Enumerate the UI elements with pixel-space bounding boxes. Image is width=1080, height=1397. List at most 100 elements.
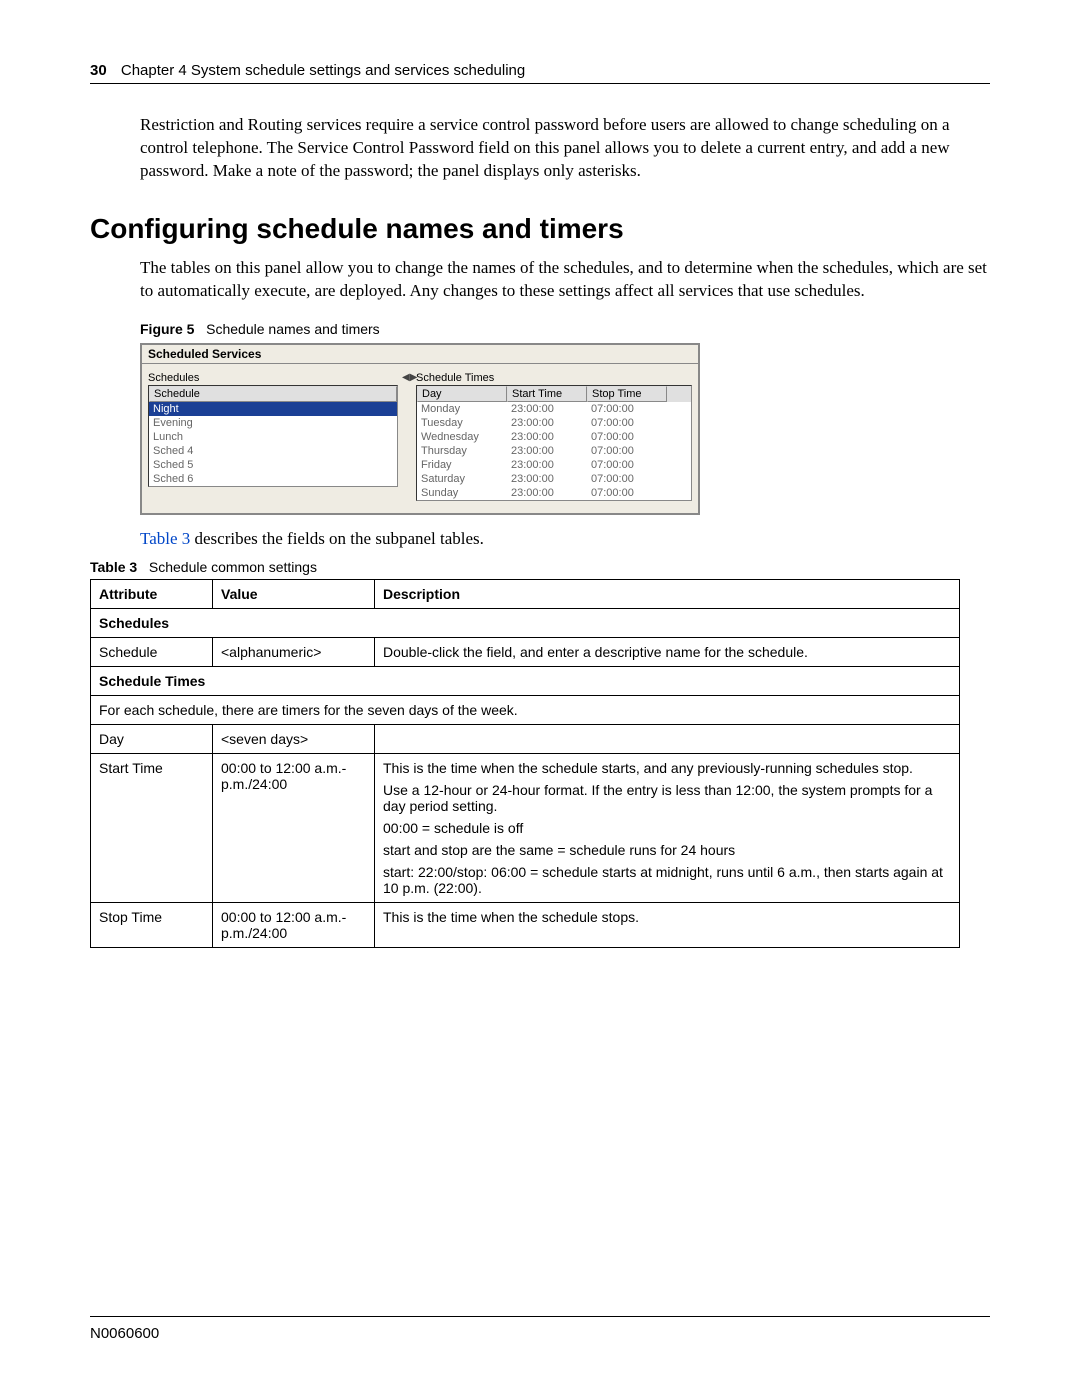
list-item[interactable]: Sched 6 — [149, 472, 397, 486]
desc-line: start: 22:00/stop: 06:00 = schedule star… — [383, 864, 951, 896]
table-row: Stop Time 00:00 to 12:00 a.m.-p.m./24:00… — [91, 902, 960, 947]
times-cell-stop: 07:00:00 — [587, 416, 667, 430]
cell-desc — [375, 724, 960, 753]
times-cell-stop: 07:00:00 — [587, 458, 667, 472]
table-row[interactable]: Monday23:00:0007:00:00 — [417, 402, 691, 416]
schedules-header: Schedule — [149, 386, 397, 402]
times-cell-start: 23:00:00 — [507, 430, 587, 444]
cell-attr: Stop Time — [91, 902, 213, 947]
table3-label-bold: Table 3 — [90, 559, 137, 575]
times-cell-day: Sunday — [417, 486, 507, 500]
cell-desc: This is the time when the schedule stops… — [375, 902, 960, 947]
figure-panel: Scheduled Services Schedules Schedule Ni… — [140, 343, 700, 515]
times-cell-day: Monday — [417, 402, 507, 416]
desc-line: This is the time when the schedule start… — [383, 760, 951, 776]
desc-line: 00:00 = schedule is off — [383, 820, 951, 836]
table-row: Day <seven days> — [91, 724, 960, 753]
figure-label-rest: Schedule names and timers — [206, 321, 380, 337]
schedule-times-label: Schedule Times — [416, 372, 692, 384]
panel-body: Schedules Schedule NightEveningLunchSche… — [142, 364, 698, 513]
times-cell-start: 23:00:00 — [507, 444, 587, 458]
table-row[interactable]: Friday23:00:0007:00:00 — [417, 458, 691, 472]
subhead-times: Schedule Times — [91, 666, 960, 695]
times-cell-day: Wednesday — [417, 430, 507, 444]
times-cell-start: 23:00:00 — [507, 458, 587, 472]
times-cell-day: Saturday — [417, 472, 507, 486]
table3-sentence-rest: describes the fields on the subpanel tab… — [190, 529, 484, 548]
list-item[interactable]: Sched 5 — [149, 458, 397, 472]
schedule-times-table[interactable]: Day Start Time Stop Time Monday23:00:000… — [416, 385, 692, 501]
times-cell-start: 23:00:00 — [507, 416, 587, 430]
table3-sentence: Table 3 describes the fields on the subp… — [140, 529, 990, 549]
schedule-name: Sched 4 — [149, 444, 397, 458]
cell-val: 00:00 to 12:00 a.m.-p.m./24:00 — [213, 753, 375, 902]
table3: Attribute Value Description Schedules Sc… — [90, 579, 960, 948]
table-row[interactable]: Saturday23:00:0007:00:00 — [417, 472, 691, 486]
resize-handle-icon[interactable]: ◀▶ — [402, 372, 416, 386]
times-cell-day: Thursday — [417, 444, 507, 458]
table3-label: Table 3 Schedule common settings — [90, 559, 990, 575]
list-item[interactable]: Sched 4 — [149, 444, 397, 458]
times-cell-day: Tuesday — [417, 416, 507, 430]
page-footer: N0060600 — [90, 1316, 990, 1342]
cell-attr: Schedule — [91, 637, 213, 666]
list-item[interactable]: Evening — [149, 416, 397, 430]
schedules-table[interactable]: Schedule NightEveningLunchSched 4Sched 5… — [148, 385, 398, 487]
table-row: Schedule <alphanumeric> Double-click the… — [91, 637, 960, 666]
list-item[interactable]: Night — [149, 402, 397, 416]
page: 30 Chapter 4 System schedule settings an… — [0, 0, 1080, 1397]
times-header-day: Day — [417, 386, 507, 402]
cell-attr: Day — [91, 724, 213, 753]
cell-attr: Start Time — [91, 753, 213, 902]
schedules-column: Schedules Schedule NightEveningLunchSche… — [148, 372, 398, 501]
schedules-label: Schedules — [148, 372, 398, 384]
table-row[interactable]: Tuesday23:00:0007:00:00 — [417, 416, 691, 430]
chapter-line: Chapter 4 System schedule settings and s… — [121, 62, 525, 79]
section-paragraph: The tables on this panel allow you to ch… — [140, 257, 990, 303]
times-cell-start: 23:00:00 — [507, 472, 587, 486]
desc-line: Use a 12-hour or 24-hour format. If the … — [383, 782, 951, 814]
table-row[interactable]: Sunday23:00:0007:00:00 — [417, 486, 691, 500]
cell-desc: This is the time when the schedule start… — [375, 753, 960, 902]
times-cell-stop: 07:00:00 — [587, 486, 667, 500]
table-row[interactable]: Thursday23:00:0007:00:00 — [417, 444, 691, 458]
table3-label-rest: Schedule common settings — [149, 559, 317, 575]
col-description: Description — [375, 579, 960, 608]
times-cell-stop: 07:00:00 — [587, 402, 667, 416]
times-header-start: Start Time — [507, 386, 587, 402]
times-cell-start: 23:00:00 — [507, 402, 587, 416]
panel-title: Scheduled Services — [142, 345, 698, 364]
times-cell-stop: 07:00:00 — [587, 472, 667, 486]
table-row: Start Time 00:00 to 12:00 a.m.-p.m./24:0… — [91, 753, 960, 902]
desc-line: start and stop are the same = schedule r… — [383, 842, 951, 858]
times-header-stop: Stop Time — [587, 386, 667, 402]
page-number: 30 — [90, 62, 107, 79]
figure-label-bold: Figure 5 — [140, 321, 194, 337]
schedule-name: Evening — [149, 416, 397, 430]
cell-val: 00:00 to 12:00 a.m.-p.m./24:00 — [213, 902, 375, 947]
times-cell-stop: 07:00:00 — [587, 444, 667, 458]
col-attribute: Attribute — [91, 579, 213, 608]
times-note: For each schedule, there are timers for … — [91, 695, 960, 724]
page-header: 30 Chapter 4 System schedule settings an… — [90, 62, 990, 84]
subhead-schedules: Schedules — [91, 608, 960, 637]
cell-val: <seven days> — [213, 724, 375, 753]
schedule-name: Night — [149, 402, 397, 416]
schedule-name: Sched 5 — [149, 458, 397, 472]
times-cell-stop: 07:00:00 — [587, 430, 667, 444]
times-cell-start: 23:00:00 — [507, 486, 587, 500]
table-row[interactable]: Wednesday23:00:0007:00:00 — [417, 430, 691, 444]
schedule-times-column: Schedule Times Day Start Time Stop Time … — [416, 372, 692, 501]
list-item[interactable]: Lunch — [149, 430, 397, 444]
section-heading: Configuring schedule names and timers — [90, 213, 990, 245]
cell-val: <alphanumeric> — [213, 637, 375, 666]
times-cell-day: Friday — [417, 458, 507, 472]
schedule-name: Lunch — [149, 430, 397, 444]
figure-label: Figure 5 Schedule names and timers — [140, 321, 990, 337]
col-value: Value — [213, 579, 375, 608]
table-row: For each schedule, there are timers for … — [91, 695, 960, 724]
cell-desc: Double-click the field, and enter a desc… — [375, 637, 960, 666]
table3-link[interactable]: Table 3 — [140, 529, 190, 548]
schedule-name: Sched 6 — [149, 472, 397, 486]
intro-paragraph: Restriction and Routing services require… — [140, 114, 990, 183]
